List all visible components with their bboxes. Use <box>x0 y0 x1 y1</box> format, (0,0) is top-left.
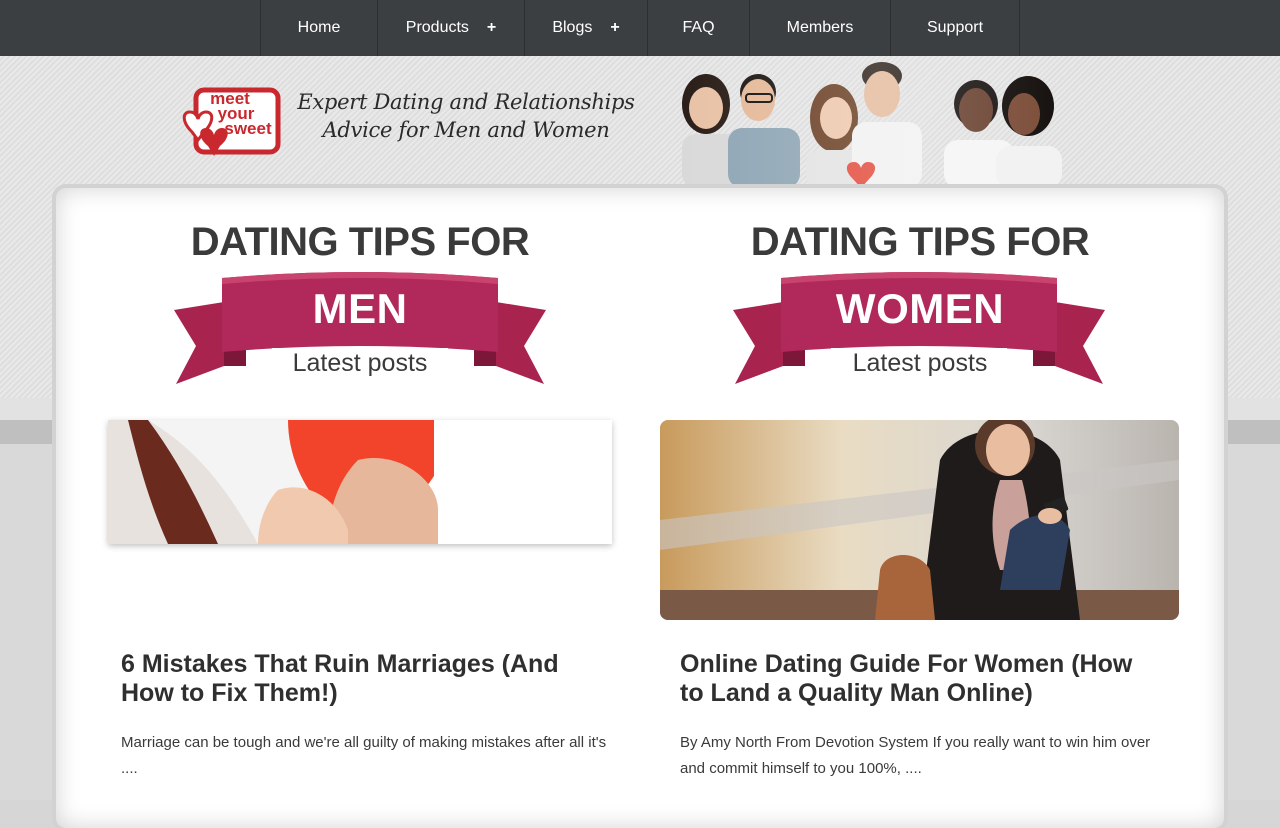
plus-icon[interactable]: + <box>487 19 496 37</box>
men-latest-posts-label: Latest posts <box>292 349 428 377</box>
women-post-thumbnail[interactable] <box>660 420 1179 620</box>
nav-menu: Home Products + Blogs + FAQ Members Supp… <box>260 0 1020 56</box>
main-nav: Home Products + Blogs + FAQ Members Supp… <box>0 0 1280 56</box>
men-post-thumbnail[interactable] <box>108 420 612 544</box>
tagline-line: Expert Dating and Relationships <box>297 90 635 114</box>
nav-item-faq[interactable]: FAQ <box>648 0 750 56</box>
men-post-excerpt: Marriage can be tough and we're all guil… <box>121 734 607 777</box>
men-section-heading: DATING TIPS FOR <box>190 220 530 264</box>
women-ribbon-label[interactable]: WOMEN <box>660 285 1180 333</box>
nav-item-label: Members <box>786 19 854 36</box>
nav-item-home[interactable]: Home <box>261 0 378 56</box>
plus-icon[interactable]: + <box>610 19 619 37</box>
men-ribbon-label[interactable]: MEN <box>100 285 620 333</box>
couples-banner-image <box>676 56 1080 188</box>
nav-item-label: Products <box>405 19 469 36</box>
nav-item-members[interactable]: Members <box>750 0 891 56</box>
men-post-title[interactable]: 6 Mistakes That Ruin Marriages (And How … <box>121 650 601 708</box>
nav-item-blogs[interactable]: Blogs + <box>525 0 648 56</box>
site-logo[interactable]: meet your sweet <box>178 86 282 164</box>
tagline-line: Advice for Men and Women <box>322 118 610 142</box>
nav-item-label: Blogs <box>552 19 593 36</box>
nav-item-label: Support <box>926 19 984 36</box>
nav-item-support[interactable]: Support <box>891 0 1020 56</box>
nav-item-products[interactable]: Products + <box>378 0 525 56</box>
site-tagline: Expert Dating and Relationships Advice f… <box>296 88 636 144</box>
women-section-heading: DATING TIPS FOR <box>750 220 1090 264</box>
women-post-title[interactable]: Online Dating Guide For Women (How to La… <box>680 650 1160 708</box>
women-latest-posts-label: Latest posts <box>852 349 988 377</box>
logo-word-sweet: sweet <box>224 119 272 138</box>
nav-item-label: Home <box>297 19 341 36</box>
women-post-excerpt: By Amy North From Devotion System If you… <box>680 734 1151 777</box>
nav-item-label: FAQ <box>682 19 715 36</box>
